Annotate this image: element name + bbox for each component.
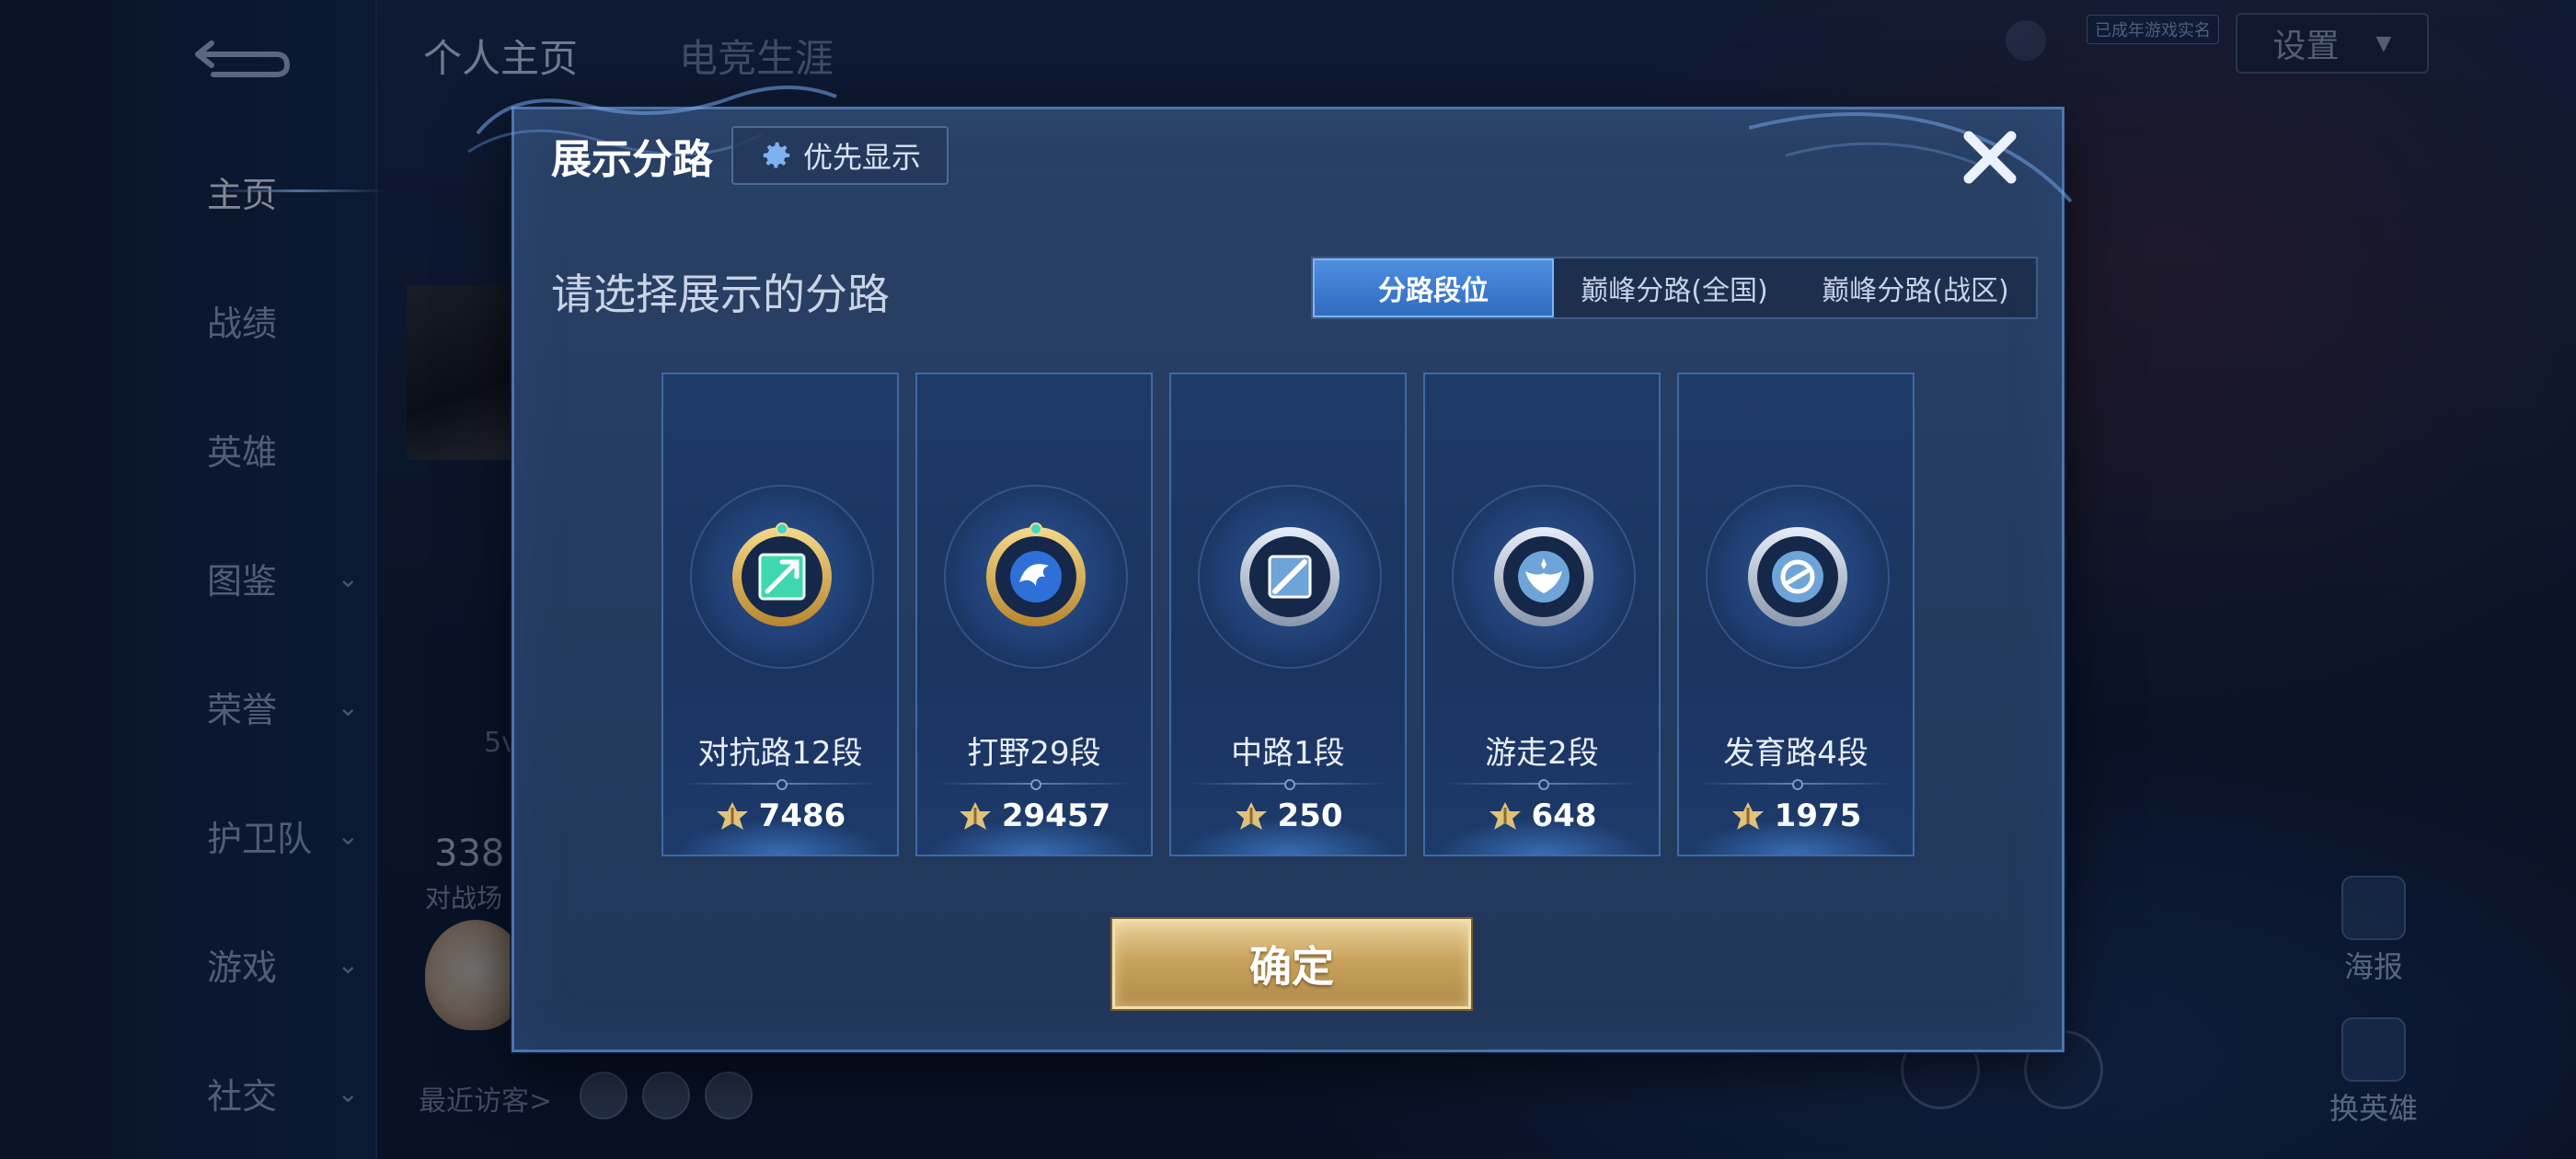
card-divider	[1443, 779, 1640, 790]
lane-type-tabs: 分路段位 巅峰分路(全国) 巅峰分路(战区)	[1311, 257, 2038, 319]
lane-display-dialog: 展示分路 优先显示 请选择展示的分路 分路段位 巅峰分路(全国) 巅峰分路(战区…	[467, 86, 2073, 1052]
score-glow	[1688, 818, 1903, 855]
score-glow	[1434, 818, 1650, 855]
card-divider	[1697, 779, 1894, 790]
card-divider	[936, 779, 1133, 790]
score-glow	[1180, 818, 1396, 855]
score-glow	[673, 818, 888, 855]
lane-cards: 对抗路12段 7486 打野29段 29457 中路1段 250 游走2段 64…	[661, 373, 1915, 856]
tab-lane-rank[interactable]: 分路段位	[1313, 258, 1554, 317]
lane-card-clash[interactable]: 对抗路12段 7486	[661, 373, 899, 856]
dialog-title: 展示分路	[551, 136, 713, 183]
gear-icon	[763, 142, 790, 168]
score-glow	[926, 818, 1142, 855]
tab-peak-lane-region[interactable]: 巅峰分路(战区)	[1795, 258, 2036, 317]
priority-display-button[interactable]: 优先显示	[731, 126, 949, 185]
lane-rank-label: 对抗路12段	[697, 735, 863, 772]
lane-card-farm[interactable]: 发育路4段 1975	[1677, 373, 1915, 856]
lane-rank-label: 游走2段	[1485, 735, 1599, 772]
lane-rank-label: 发育路4段	[1723, 735, 1869, 772]
priority-display-label: 优先显示	[802, 140, 921, 175]
lane-card-roam[interactable]: 游走2段 648	[1423, 373, 1661, 856]
card-divider	[1190, 779, 1386, 790]
corner-ornament	[1749, 112, 2073, 203]
close-button[interactable]	[1955, 122, 2025, 192]
lane-card-jungle[interactable]: 打野29段 29457	[915, 373, 1153, 856]
lane-rank-label: 打野29段	[967, 735, 1101, 772]
card-divider	[682, 779, 879, 790]
lane-card-mid[interactable]: 中路1段 250	[1169, 373, 1407, 856]
dialog-subtitle: 请选择展示的分路	[551, 270, 890, 319]
lane-rank-label: 中路1段	[1231, 735, 1345, 772]
close-icon	[1963, 131, 2017, 184]
tab-peak-lane-national[interactable]: 巅峰分路(全国)	[1554, 258, 1795, 317]
confirm-button[interactable]: 确定	[1112, 919, 1471, 1009]
